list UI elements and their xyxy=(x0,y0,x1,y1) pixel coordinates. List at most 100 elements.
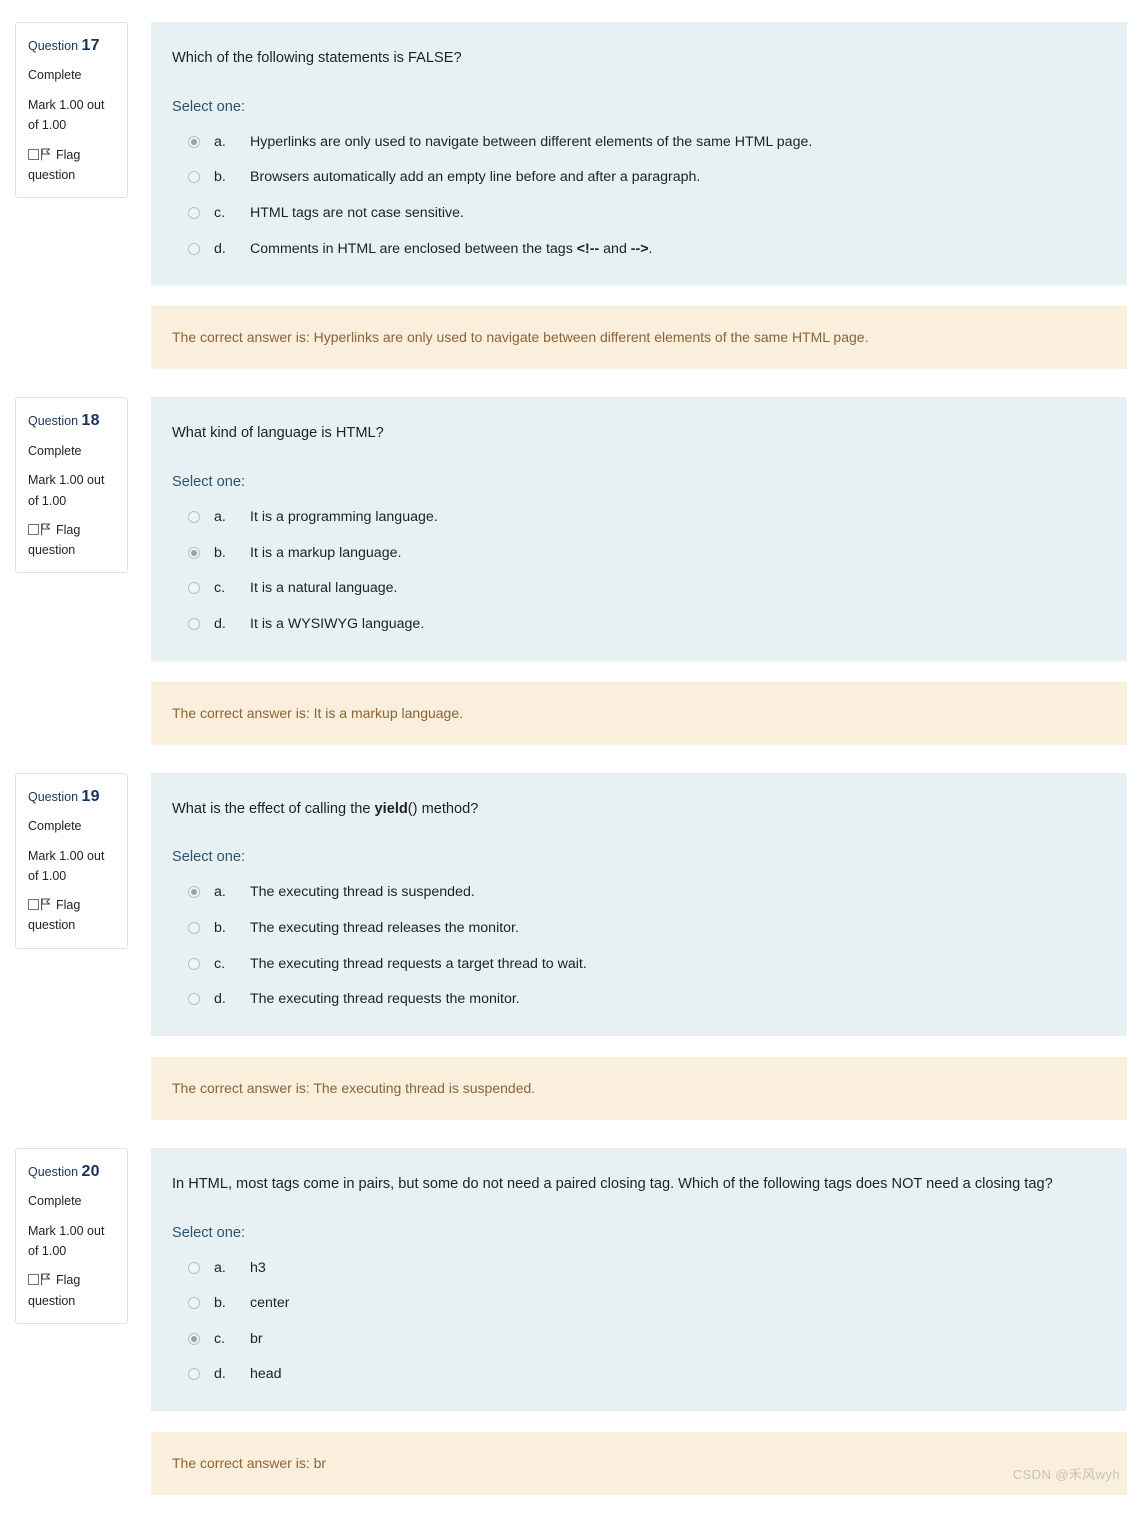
radio-unselected-icon[interactable] xyxy=(188,171,200,184)
question-content: What is the effect of calling the yield(… xyxy=(151,772,1127,1120)
radio-unselected-icon[interactable] xyxy=(188,922,200,935)
correct-answer-feedback: The correct answer is: The executing thr… xyxy=(151,1056,1127,1120)
answer-option[interactable]: b. center xyxy=(172,1293,1105,1314)
answer-option-letter: a. xyxy=(214,1259,226,1276)
answer-option-text: It is a markup language. xyxy=(250,544,402,561)
answer-option[interactable]: c. It is a natural language. xyxy=(172,578,1105,599)
answer-option[interactable]: a. It is a programming language. xyxy=(172,507,1105,528)
answer-option-text: Hyperlinks are only used to navigate bet… xyxy=(250,133,813,150)
radio-unselected-icon[interactable] xyxy=(188,1261,200,1274)
answer-option-text: HTML tags are not case sensitive. xyxy=(250,205,464,222)
answer-option-letter: c. xyxy=(214,955,226,972)
radio-selected-icon[interactable] xyxy=(188,546,200,559)
select-one-label: Select one: xyxy=(172,474,246,491)
flag-question-control[interactable]: Flag question xyxy=(28,1270,117,1311)
question-number-value: 20 xyxy=(81,1162,100,1180)
radio-selected-icon[interactable] xyxy=(188,1332,200,1345)
answer-option-text: It is a programming language. xyxy=(250,509,438,526)
question-state: Complete xyxy=(28,818,82,833)
radio-unselected-icon[interactable] xyxy=(188,1368,200,1381)
flag-question-control[interactable]: Flag question xyxy=(28,895,117,936)
question-state: Complete xyxy=(28,1194,82,1209)
question-grade: Mark 1.00 out of 1.00 xyxy=(28,1223,105,1259)
checkbox-unchecked-icon[interactable] xyxy=(28,148,39,160)
answer-option-text: It is a WYSIWYG language. xyxy=(250,615,425,632)
answer-options: a. It is a programming language. b. It is a… xyxy=(172,507,1105,634)
question-state: Complete xyxy=(28,443,82,458)
answer-option[interactable]: a. h3 xyxy=(172,1258,1105,1279)
answer-option[interactable]: a. Hyperlinks are only used to navigate b… xyxy=(172,132,1105,153)
answer-option[interactable]: b. The executing thread releases the moni… xyxy=(172,918,1105,939)
question-info-panel: Question 18 Complete Mark 1.00 out of 1.00… xyxy=(15,397,128,574)
answer-option-letter: a. xyxy=(214,509,226,526)
answer-option-letter: d. xyxy=(214,991,226,1008)
answer-option[interactable]: a. The executing thread is suspended. xyxy=(172,882,1105,903)
flag-icon xyxy=(40,1272,51,1286)
answer-option-letter: c. xyxy=(214,205,226,222)
flag-question-control[interactable]: Flag question xyxy=(28,520,117,561)
correct-answer-feedback: The correct answer is: Hyperlinks are on… xyxy=(151,306,1127,370)
question-grade: Mark 1.00 out of 1.00 xyxy=(28,98,105,133)
question-number-line: Question 17 xyxy=(28,33,117,58)
answer-option[interactable]: d. It is a WYSIWYG language. xyxy=(172,614,1105,635)
answer-option-text: head xyxy=(250,1366,282,1383)
answer-option[interactable]: d. The executing thread requests the moni… xyxy=(172,989,1105,1010)
answer-option[interactable]: b. Browsers automatically add an empty li… xyxy=(172,167,1105,188)
answer-option[interactable]: c. HTML tags are not case sensitive. xyxy=(172,203,1105,224)
radio-unselected-icon[interactable] xyxy=(188,617,200,630)
answer-option-text: center xyxy=(250,1295,290,1312)
select-one-label: Select one: xyxy=(172,98,246,115)
answer-option-letter: d. xyxy=(214,1366,226,1383)
question-body: Which of the following statements is FAL… xyxy=(151,22,1127,286)
answer-options: a. h3 b. center c. br d. head xyxy=(172,1258,1105,1385)
question-body: What kind of language is HTML? Select one… xyxy=(151,397,1127,661)
question-content: What kind of language is HTML? Select one… xyxy=(151,397,1127,745)
answer-option-letter: a. xyxy=(214,133,226,150)
question-number-value: 19 xyxy=(81,787,100,805)
checkbox-unchecked-icon[interactable] xyxy=(28,899,39,911)
flag-question-control[interactable]: Flag question xyxy=(28,145,117,186)
question-number-line: Question 18 xyxy=(28,408,117,433)
radio-unselected-icon[interactable] xyxy=(188,957,200,970)
select-one-label: Select one: xyxy=(172,849,246,866)
question-text: What is the effect of calling the yield(… xyxy=(172,800,479,817)
answer-options: a. Hyperlinks are only used to navigate b… xyxy=(172,132,1105,259)
answer-options: a. The executing thread is suspended. b. Th… xyxy=(172,882,1105,1009)
watermark: CSDN @禾风wyh xyxy=(1012,1467,1120,1483)
radio-unselected-icon[interactable] xyxy=(188,242,200,255)
question-word-label: Question xyxy=(28,414,79,429)
quiz-review-list: Question 17 Complete Mark 1.00 out of 1.00… xyxy=(0,0,1139,1496)
radio-unselected-icon[interactable] xyxy=(188,511,200,524)
radio-unselected-icon[interactable] xyxy=(188,582,200,595)
answer-option-letter: a. xyxy=(214,884,226,901)
question-info-panel: Question 20 Complete Mark 1.00 out of 1.00… xyxy=(15,1147,128,1324)
question-word-label: Question xyxy=(28,39,79,53)
radio-selected-icon[interactable] xyxy=(188,135,200,148)
checkbox-unchecked-icon[interactable] xyxy=(28,1274,39,1286)
radio-selected-icon[interactable] xyxy=(188,886,200,899)
answer-option[interactable]: b. It is a markup language. xyxy=(172,543,1105,564)
question-number-line: Question 20 xyxy=(28,1159,117,1184)
answer-option[interactable]: d. head xyxy=(172,1364,1105,1385)
question-text: In HTML, most tags come in pairs, but so… xyxy=(172,1175,1053,1192)
question-body: What is the effect of calling the yield(… xyxy=(151,772,1127,1036)
answer-option[interactable]: c. br xyxy=(172,1329,1105,1350)
question-number-line: Question 19 xyxy=(28,784,117,809)
question-block: Question 17 Complete Mark 1.00 out of 1.00… xyxy=(0,22,1139,370)
radio-unselected-icon[interactable] xyxy=(188,207,200,220)
question-block: Question 20 Complete Mark 1.00 out of 1.00… xyxy=(0,1147,1139,1496)
correct-answer-feedback: The correct answer is: br xyxy=(151,1432,1127,1496)
answer-option-letter: c. xyxy=(214,580,226,597)
question-info-panel: Question 17 Complete Mark 1.00 out of 1.00… xyxy=(15,22,128,199)
flag-icon xyxy=(40,147,51,160)
radio-unselected-icon[interactable] xyxy=(188,993,200,1006)
answer-option-letter: b. xyxy=(214,169,226,186)
answer-option-letter: d. xyxy=(214,615,226,632)
answer-option[interactable]: d. Comments in HTML are enclosed between … xyxy=(172,239,1105,260)
answer-option[interactable]: c. The executing thread requests a target… xyxy=(172,954,1105,975)
question-grade: Mark 1.00 out of 1.00 xyxy=(28,473,105,508)
question-text: What kind of language is HTML? xyxy=(172,425,384,442)
radio-unselected-icon[interactable] xyxy=(188,1297,200,1310)
answer-option-letter: c. xyxy=(214,1330,226,1347)
checkbox-unchecked-icon[interactable] xyxy=(28,523,39,535)
